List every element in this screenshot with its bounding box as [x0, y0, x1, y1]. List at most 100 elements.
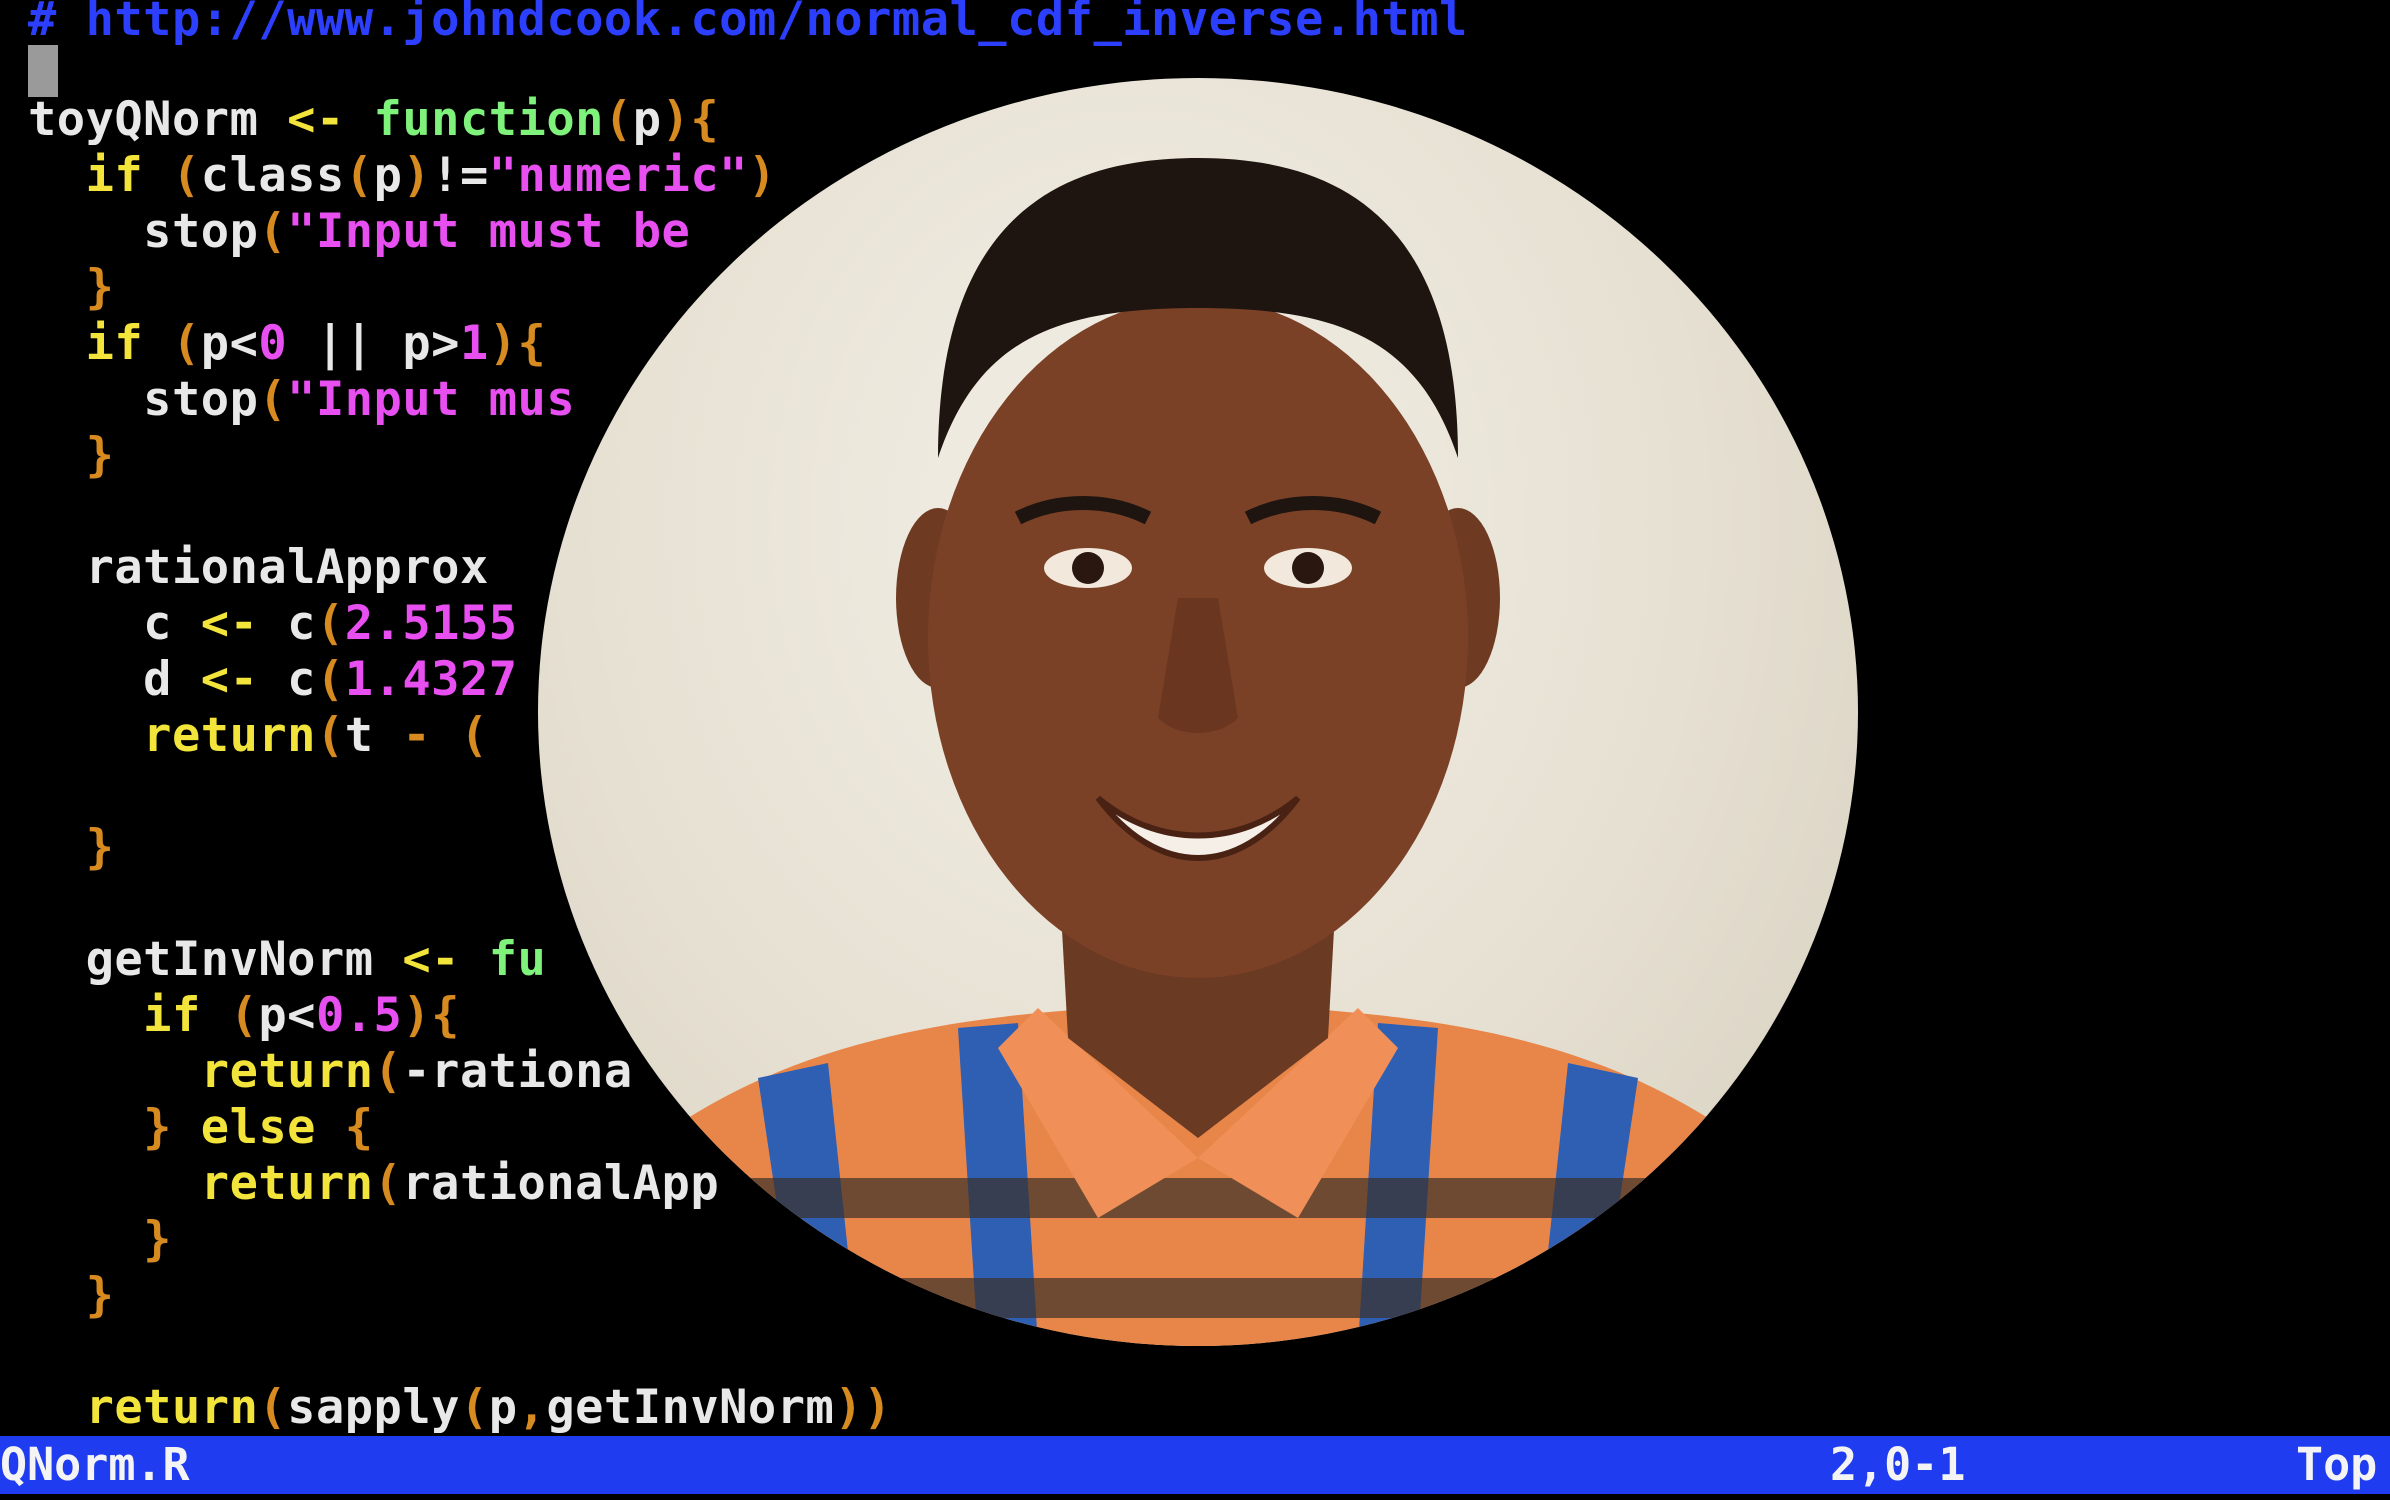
code-token: <- [200, 652, 259, 707]
code-line: return(t - ( [28, 708, 489, 764]
code-token: ( [258, 372, 288, 427]
code-line: } [28, 428, 114, 484]
code-token: } [28, 1212, 172, 1267]
code-line: c <- c(2.5155 [28, 596, 518, 652]
code-token: ) [747, 148, 777, 203]
code-token: || [287, 316, 403, 371]
code-token: 0 [258, 316, 288, 371]
code-token: ){ [402, 988, 460, 1043]
code-token: -rationa [402, 1044, 633, 1099]
code-token: "numeric" [488, 148, 748, 203]
code-token: 0.5 [315, 988, 403, 1043]
code-token: } [28, 1268, 115, 1323]
code-token: else [200, 1100, 345, 1155]
code-line: getInvNorm <- fu [28, 932, 546, 988]
code-token: p [373, 148, 403, 203]
code-line: return(sapply(p,getInvNorm)) [28, 1380, 892, 1436]
code-token: p [488, 1380, 518, 1435]
code-token: } [28, 428, 115, 483]
status-scroll-position: Top [2296, 1438, 2378, 1491]
status-cursor-position: 2,0-1 [1830, 1438, 1966, 1491]
code-token: } [28, 1100, 201, 1155]
code-line: } [28, 260, 114, 316]
code-token: , [517, 1380, 547, 1435]
code-token: != [431, 148, 489, 203]
code-token: if [28, 148, 172, 203]
status-filename: QNorm.R [0, 1438, 190, 1491]
code-token: 1 [459, 316, 489, 371]
code-token: c [28, 596, 201, 651]
code-token: rationalApprox [28, 540, 489, 595]
code-token: # http://www.johndcook.com/normal_cdf_in… [28, 0, 1468, 47]
code-token: - ( [402, 708, 489, 763]
code-token: p< [200, 316, 259, 371]
code-line: # http://www.johndcook.com/normal_cdf_in… [28, 0, 1468, 48]
code-line: if (p<0 || p>1){ [28, 316, 546, 372]
code-token: if [28, 988, 230, 1043]
code-token: { [344, 1100, 374, 1155]
profile-photo [538, 78, 1858, 1346]
code-line: } [28, 820, 114, 876]
code-token: stop [28, 372, 259, 427]
code-line: stop("Input must be [28, 204, 690, 260]
code-token: ( [315, 596, 345, 651]
code-line: return(-rationa [28, 1044, 633, 1100]
code-token: p> [402, 316, 460, 371]
code-token: ( [171, 148, 201, 203]
code-token: 2.5155 [344, 596, 518, 651]
code-token: "Input must be [287, 204, 691, 259]
code-token: ( [171, 316, 201, 371]
code-token: ( [229, 988, 259, 1043]
code-token: ){ [661, 92, 720, 147]
code-token: } [28, 260, 115, 315]
code-token: if [28, 316, 172, 371]
code-line: d <- c(1.4327 [28, 652, 518, 708]
code-token: ( [315, 652, 345, 707]
code-token: class [200, 148, 345, 203]
code-token: ( [459, 1380, 489, 1435]
code-line: } [28, 1212, 172, 1268]
code-token: t [344, 708, 403, 763]
code-token: return [28, 1044, 374, 1099]
code-token: ( [315, 708, 345, 763]
code-line: } [28, 1268, 114, 1324]
code-line: rationalApprox [28, 540, 489, 596]
code-token: fu [459, 932, 547, 987]
code-token: c [258, 652, 316, 707]
code-token: p< [258, 988, 316, 1043]
code-token: ( [603, 92, 633, 147]
status-bar: QNorm.R 2,0-1 Top [0, 1436, 2390, 1494]
code-token: toyQNorm [28, 92, 288, 147]
code-token: stop [28, 204, 259, 259]
code-line: } else { [28, 1100, 374, 1156]
code-token: )) [834, 1380, 892, 1435]
person-portrait-icon [538, 158, 1858, 1346]
code-token: d [28, 652, 201, 707]
code-token: function [344, 92, 604, 147]
code-line: return(rationalApp [28, 1156, 719, 1212]
code-token: ){ [488, 316, 547, 371]
code-line: if (class(p)!="numeric") [28, 148, 777, 204]
code-token: ) [402, 148, 432, 203]
code-token: ( [258, 1380, 288, 1435]
text-cursor [28, 45, 58, 97]
code-token: return [28, 1380, 259, 1435]
code-token: return [28, 1156, 374, 1211]
code-token: ( [373, 1156, 403, 1211]
code-token: ( [373, 1044, 403, 1099]
code-line: if (p<0.5){ [28, 988, 460, 1044]
code-token: return [28, 708, 316, 763]
code-token: sapply [287, 1380, 460, 1435]
code-token: <- [402, 932, 460, 987]
code-token: ( [258, 204, 288, 259]
code-token: <- [200, 596, 259, 651]
code-token: ( [344, 148, 374, 203]
code-token: getInvNorm [28, 932, 403, 987]
code-token: } [28, 820, 115, 875]
code-token: p [632, 92, 662, 147]
code-token: rationalApp [402, 1156, 720, 1211]
code-token: <- [287, 92, 345, 147]
code-token: 1.4327 [344, 652, 518, 707]
code-token: c [258, 596, 316, 651]
code-line: toyQNorm <- function(p){ [28, 92, 719, 148]
